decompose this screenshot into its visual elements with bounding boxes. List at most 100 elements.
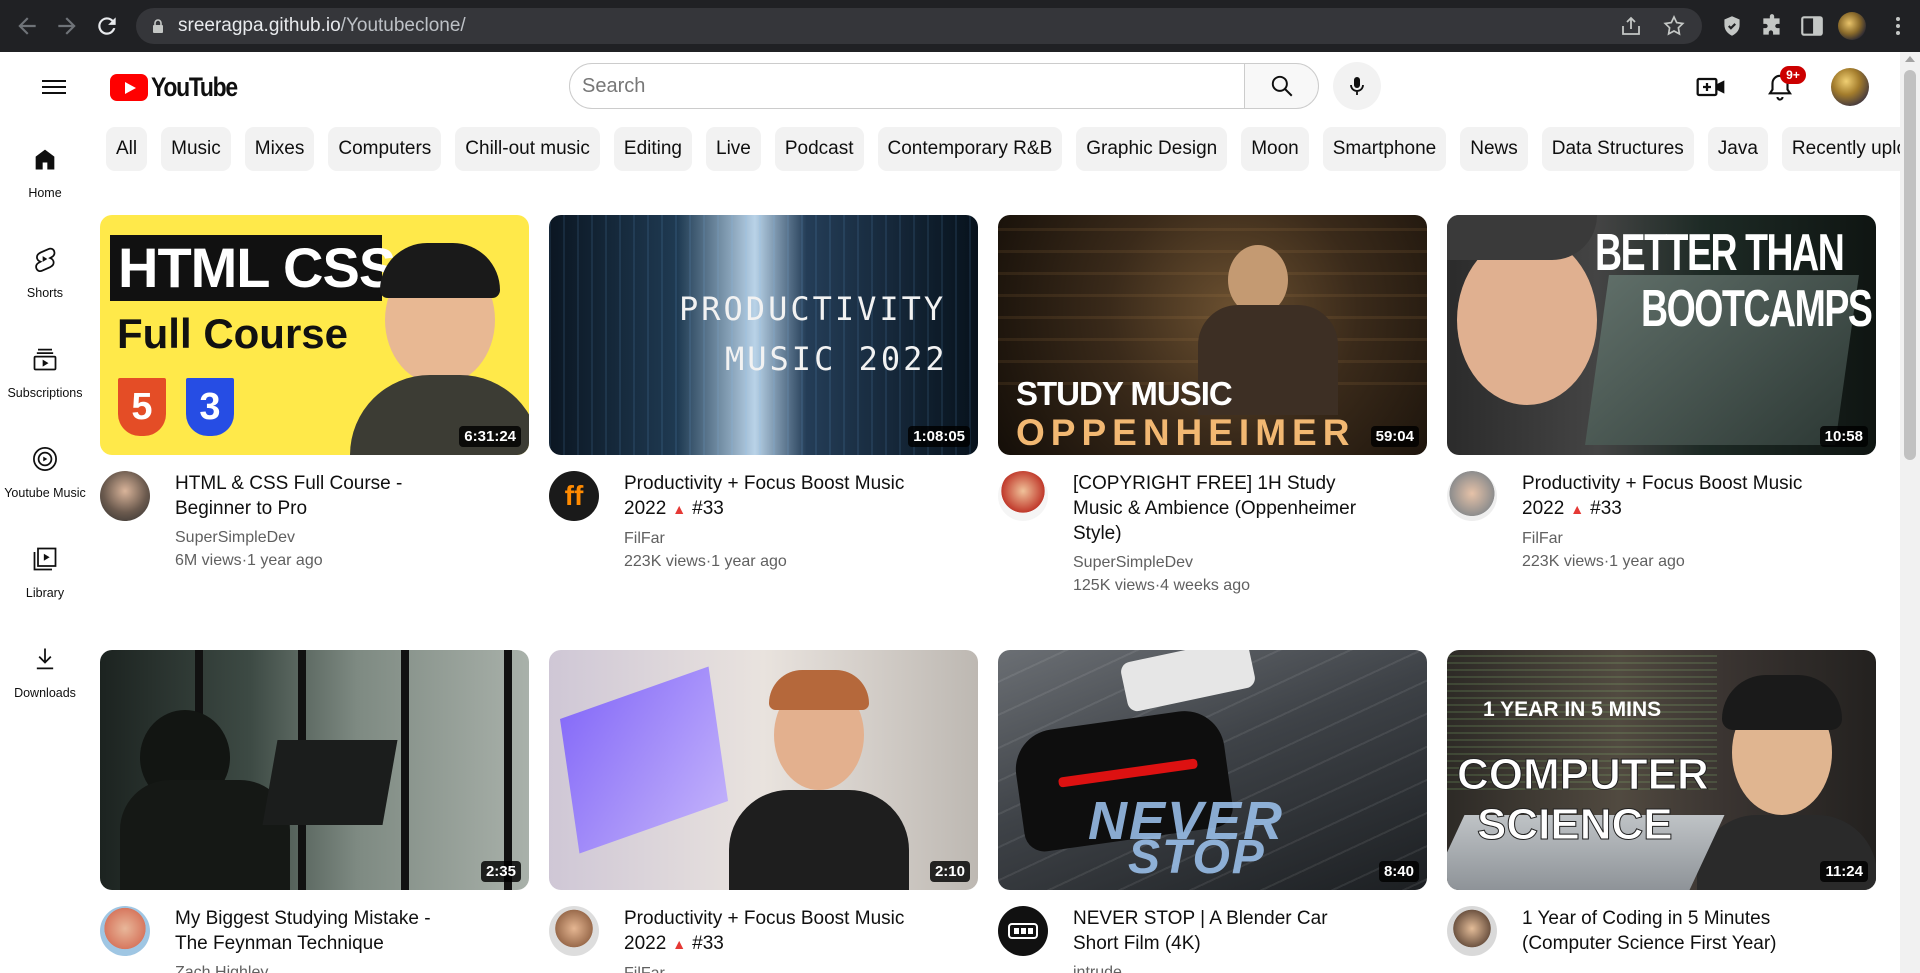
sidebar-item-subscriptions[interactable]: Subscriptions (0, 330, 90, 416)
chip-contemporary-rnb[interactable]: Contemporary R&B (877, 127, 1063, 171)
video-meta: 223K views·1 year ago (624, 553, 787, 570)
video-thumbnail[interactable]: 2:10 (549, 650, 978, 890)
channel-avatar[interactable]: ff (549, 471, 599, 521)
video-info: [COPYRIGHT FREE] 1H Study Music & Ambien… (1073, 471, 1363, 595)
filter-chips-bar: All Music Mixes Computers Chill-out musi… (106, 127, 1920, 171)
video-thumbnail[interactable]: BETTER THAN BOOTCAMPS 10:58 (1447, 215, 1876, 455)
scrollbar-thumb[interactable] (1904, 70, 1916, 460)
browser-toolbar: sreeragpa.github.io/Youtubeclone/ (0, 0, 1920, 52)
channel-name[interactable]: FilFar (624, 965, 914, 973)
chip-moon[interactable]: Moon (1241, 127, 1309, 171)
channel-name[interactable]: SuperSimpleDev (175, 529, 465, 547)
browser-profile-avatar[interactable] (1838, 12, 1866, 40)
back-arrow-icon[interactable] (14, 13, 40, 39)
video-title[interactable]: Productivity + Focus Boost Music 2022 ▲ #3… (624, 906, 914, 957)
channel-avatar[interactable] (100, 906, 150, 956)
video-title[interactable]: My Biggest Studying Mistake - The Feynma… (175, 906, 465, 956)
video-thumbnail[interactable]: HTML CSS Full Course 5 3 6:31:24 (100, 215, 529, 455)
puzzle-extension-icon[interactable] (1759, 13, 1785, 39)
channel-name[interactable]: FilFar (624, 530, 914, 548)
video-title[interactable]: Productivity + Focus Boost Music 2022 ▲ #3… (624, 471, 914, 522)
video-duration: 2:10 (929, 861, 970, 882)
youtube-logo[interactable]: YouTube (110, 72, 252, 102)
hamburger-menu-icon[interactable] (40, 73, 68, 101)
chip-all[interactable]: All (106, 127, 148, 171)
sidebar-item-shorts[interactable]: Shorts (0, 230, 90, 316)
forward-arrow-icon[interactable] (54, 13, 80, 39)
chip-data-structures[interactable]: Data Structures (1541, 127, 1694, 171)
video-thumbnail[interactable]: STUDY MUSIC OPPENHEIMER 59:04 (998, 215, 1427, 455)
sidebar-item-home[interactable]: Home (0, 130, 90, 216)
search-input[interactable] (570, 64, 1244, 108)
chip-editing[interactable]: Editing (613, 127, 692, 171)
sidebar-item-library[interactable]: Library (0, 530, 90, 616)
library-icon (30, 544, 60, 574)
video-title[interactable]: Productivity + Focus Boost Music 2022 ▲ #3… (1522, 471, 1812, 522)
video-duration: 2:35 (480, 861, 521, 882)
video-duration: 1:08:05 (908, 426, 970, 447)
video-info: Productivity + Focus Boost Music 2022 ▲ #3… (624, 471, 914, 571)
video-title[interactable]: NEVER STOP | A Blender Car Short Film (4… (1073, 906, 1363, 956)
channel-avatar[interactable] (998, 471, 1048, 521)
youtube-play-icon (110, 73, 148, 101)
channel-name[interactable]: FilFar (1522, 530, 1812, 548)
channel-avatar[interactable] (549, 906, 599, 956)
chip-live[interactable]: Live (706, 127, 761, 171)
chip-music[interactable]: Music (161, 127, 231, 171)
video-info: Productivity + Focus Boost Music 2022 ▲ #3… (1522, 471, 1812, 571)
video-thumbnail[interactable]: 1 YEAR IN 5 MINS COMPUTER SCIENCE 11:24 (1447, 650, 1876, 890)
video-thumbnail[interactable]: 2:35 (100, 650, 529, 890)
notification-count-badge: 9+ (1780, 66, 1806, 84)
chip-java[interactable]: Java (1707, 127, 1768, 171)
video-info: NEVER STOP | A Blender Car Short Film (4… (1073, 906, 1363, 973)
video-camera-plus-icon (1696, 77, 1725, 97)
video-thumbnail[interactable]: PRODUCTIVITY MUSIC 2022 1:08:05 (549, 215, 978, 455)
video-title[interactable]: 1 Year of Coding in 5 Minutes (Computer … (1522, 906, 1812, 956)
channel-name[interactable]: Zach Highley (175, 964, 465, 973)
channel-avatar[interactable] (100, 471, 150, 521)
channel-avatar[interactable] (1447, 471, 1497, 521)
sidebar-item-downloads[interactable]: Downloads (0, 630, 90, 716)
user-avatar[interactable] (1831, 68, 1869, 106)
more-options-icon[interactable] (1888, 13, 1908, 39)
video-title[interactable]: [COPYRIGHT FREE] 1H Study Music & Ambien… (1073, 471, 1363, 546)
address-bar[interactable]: sreeragpa.github.io/Youtubeclone/ (136, 8, 1702, 44)
video-duration: 6:31:24 (459, 426, 521, 447)
video-info: Productivity + Focus Boost Music 2022 ▲ #3… (624, 906, 914, 973)
side-panel-icon[interactable] (1799, 13, 1825, 39)
chip-computers[interactable]: Computers (328, 127, 442, 171)
sidebar-item-youtube-music[interactable]: Youtube Music (0, 430, 90, 516)
shield-extension-icon[interactable] (1719, 13, 1745, 39)
voice-search-button[interactable] (1333, 62, 1381, 110)
channel-avatar[interactable] (998, 906, 1048, 956)
search-box (569, 63, 1245, 109)
reload-icon[interactable] (94, 13, 120, 39)
microphone-icon (1350, 77, 1364, 95)
video-duration: 11:24 (1820, 861, 1868, 882)
chip-smartphone[interactable]: Smartphone (1322, 127, 1447, 171)
channel-name[interactable]: SuperSimpleDev (1073, 554, 1363, 572)
video-thumbnail[interactable]: NEVER STOP 8:40 (998, 650, 1427, 890)
video-info: My Biggest Studying Mistake - The Feynma… (175, 906, 465, 973)
create-video-button[interactable] (1694, 70, 1728, 104)
video-meta: 223K views·1 year ago (1522, 553, 1685, 570)
video-meta: 125K views·4 weeks ago (1073, 577, 1250, 594)
channel-name[interactable]: intrude (1073, 964, 1363, 973)
chip-graphic-design[interactable]: Graphic Design (1076, 127, 1228, 171)
search-icon (1271, 75, 1292, 97)
chip-chill-out-music[interactable]: Chill-out music (455, 127, 600, 171)
chip-news[interactable]: News (1460, 127, 1528, 171)
bookmark-star-icon[interactable] (1662, 14, 1686, 38)
chip-mixes[interactable]: Mixes (244, 127, 315, 171)
channel-avatar[interactable] (1447, 906, 1497, 956)
chip-podcast[interactable]: Podcast (774, 127, 864, 171)
page-scrollbar[interactable] (1900, 52, 1920, 973)
scroll-up-arrow-icon[interactable] (1905, 56, 1915, 62)
subscriptions-icon (30, 344, 60, 374)
video-title[interactable]: HTML & CSS Full Course - Beginner to Pro (175, 471, 465, 521)
search-button[interactable] (1244, 63, 1319, 109)
home-icon (30, 144, 60, 174)
video-duration: 59:04 (1370, 426, 1419, 447)
url-text: sreeragpa.github.io/Youtubeclone/ (178, 15, 466, 36)
share-icon[interactable] (1619, 14, 1643, 38)
